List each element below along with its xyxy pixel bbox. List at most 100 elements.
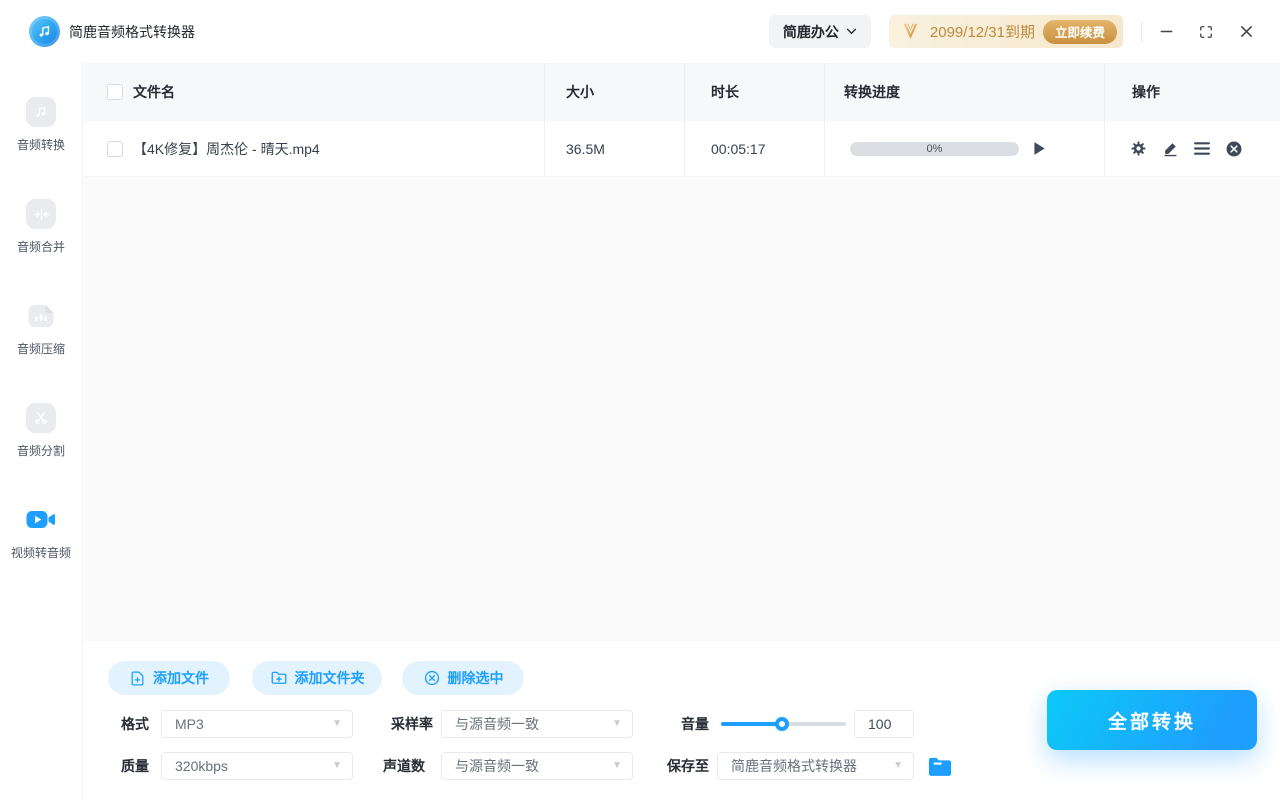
- minimize-button[interactable]: [1148, 14, 1184, 50]
- sidebar-item-audio-convert[interactable]: 音频转换: [0, 97, 82, 153]
- sidebar: 音频转换 音频合并 音频压缩 音频分割: [0, 63, 83, 800]
- save-to-label: 保存至: [667, 752, 709, 780]
- sidebar-item-label: 视频转音频: [11, 544, 71, 561]
- renew-now-button[interactable]: 立即续费: [1043, 20, 1117, 44]
- vip-badge-icon: [899, 20, 922, 43]
- sidebar-item-label: 音频分割: [17, 442, 65, 459]
- scissors-icon: [26, 403, 56, 433]
- video-camera-icon: [26, 505, 56, 535]
- play-button[interactable]: [1029, 139, 1049, 159]
- play-icon: [1033, 141, 1046, 156]
- column-divider: [684, 63, 685, 121]
- quality-label: 质量: [121, 752, 149, 780]
- quality-select[interactable]: 320kbps ▼: [161, 752, 353, 780]
- maximize-button[interactable]: [1188, 14, 1224, 50]
- progress-label: 0%: [850, 142, 1019, 156]
- header-filename: 文件名: [133, 82, 175, 102]
- open-folder-button[interactable]: [927, 754, 953, 778]
- close-icon: [1239, 24, 1254, 39]
- add-file-icon: [129, 670, 146, 687]
- convert-all-button[interactable]: 全部转换: [1047, 690, 1257, 750]
- sample-rate-value: 与源音频一致: [455, 714, 539, 734]
- close-button[interactable]: [1228, 14, 1264, 50]
- column-divider: [824, 63, 825, 121]
- table-header: 文件名 大小 时长 转换进度 操作: [84, 63, 1280, 121]
- progress-bar: 0%: [850, 142, 1019, 156]
- app-title: 简鹿音频格式转换器: [69, 22, 195, 42]
- main-area: 文件名 大小 时长 转换进度 操作 【4K修复】周杰伦 - 晴天.mp4 36.…: [84, 63, 1280, 800]
- format-label: 格式: [121, 710, 149, 738]
- header-duration: 时长: [711, 82, 739, 102]
- row-menu-button[interactable]: [1193, 140, 1211, 158]
- gear-icon: [1130, 140, 1147, 157]
- workspace-dropdown-label: 简鹿办公: [783, 22, 839, 42]
- sidebar-item-audio-merge[interactable]: 音频合并: [0, 199, 82, 255]
- add-folder-button[interactable]: 添加文件夹: [252, 661, 382, 695]
- row-filename: 【4K修复】周杰伦 - 晴天.mp4: [133, 139, 320, 159]
- row-duration: 00:05:17: [711, 141, 766, 157]
- empty-list-area: [84, 177, 1280, 641]
- dropdown-arrow-icon: ▼: [612, 719, 622, 729]
- column-divider: [544, 121, 545, 176]
- menu-icon: [1194, 142, 1210, 155]
- row-size: 36.5M: [566, 141, 605, 157]
- window-controls-divider: [1141, 22, 1142, 42]
- save-to-value: 简鹿音频格式转换器: [731, 756, 857, 776]
- volume-slider-handle[interactable]: [775, 717, 789, 731]
- maximize-icon: [1199, 25, 1213, 39]
- header-size: 大小: [566, 82, 594, 102]
- sample-rate-label: 采样率: [391, 710, 433, 738]
- sample-rate-select[interactable]: 与源音频一致 ▼: [441, 710, 633, 738]
- row-remove-button[interactable]: [1225, 140, 1243, 158]
- row-checkbox[interactable]: [107, 141, 123, 157]
- delete-selected-button[interactable]: 删除选中: [402, 661, 524, 695]
- select-all-checkbox[interactable]: [107, 84, 123, 100]
- dropdown-arrow-icon: ▼: [612, 761, 622, 771]
- merge-arrows-icon: [26, 199, 56, 229]
- vip-banner[interactable]: 2099/12/31到期 立即续费: [889, 15, 1123, 48]
- compress-file-icon: [26, 301, 56, 331]
- add-folder-label: 添加文件夹: [295, 668, 365, 688]
- header-actions: 操作: [1132, 82, 1160, 102]
- chevron-down-icon: [846, 28, 857, 35]
- dropdown-arrow-icon: ▼: [332, 719, 342, 729]
- sidebar-item-label: 音频压缩: [17, 340, 65, 357]
- sidebar-item-audio-split[interactable]: 音频分割: [0, 403, 82, 459]
- quality-value: 320kbps: [175, 758, 228, 774]
- format-select[interactable]: MP3 ▼: [161, 710, 353, 738]
- sidebar-item-video-to-audio[interactable]: 视频转音频: [0, 505, 82, 561]
- delete-selected-label: 删除选中: [448, 668, 504, 688]
- add-folder-icon: [270, 669, 288, 687]
- dropdown-arrow-icon: ▼: [893, 761, 903, 771]
- sidebar-item-audio-compress[interactable]: 音频压缩: [0, 301, 82, 357]
- music-note-icon: [26, 97, 56, 127]
- workspace-dropdown-button[interactable]: 简鹿办公: [769, 15, 871, 48]
- volume-input[interactable]: [854, 710, 914, 738]
- channels-value: 与源音频一致: [455, 756, 539, 776]
- sidebar-item-label: 音频合并: [17, 238, 65, 255]
- folder-icon: [928, 756, 952, 777]
- volume-slider[interactable]: [721, 722, 846, 726]
- delete-circle-icon: [423, 669, 441, 687]
- volume-slider-fill: [721, 722, 782, 726]
- title-bar: 简鹿音频格式转换器 简鹿办公 2099/12/31到期 立即续费: [0, 0, 1280, 63]
- column-divider: [544, 63, 545, 121]
- vip-expiry-text: 2099/12/31到期: [930, 21, 1035, 42]
- close-circle-icon: [1226, 141, 1242, 157]
- row-settings-button[interactable]: [1129, 140, 1147, 158]
- channels-select[interactable]: 与源音频一致 ▼: [441, 752, 633, 780]
- table-row[interactable]: 【4K修复】周杰伦 - 晴天.mp4 36.5M 00:05:17 0%: [84, 121, 1280, 177]
- column-divider: [1104, 63, 1105, 121]
- app-logo-icon: [29, 16, 60, 47]
- add-file-button[interactable]: 添加文件: [108, 661, 230, 695]
- bottom-panel: 添加文件 添加文件夹 删除选中 格式 MP3 ▼ 采样率 与源音频一致 ▼: [84, 641, 1280, 800]
- dropdown-arrow-icon: ▼: [332, 761, 342, 771]
- app-brand: 简鹿音频格式转换器: [29, 16, 195, 47]
- save-to-select[interactable]: 简鹿音频格式转换器 ▼: [717, 752, 914, 780]
- column-divider: [1104, 121, 1105, 176]
- minimize-icon: [1159, 24, 1174, 39]
- row-edit-button[interactable]: [1161, 140, 1179, 158]
- header-progress: 转换进度: [844, 82, 900, 102]
- channels-label: 声道数: [383, 752, 425, 780]
- column-divider: [684, 121, 685, 176]
